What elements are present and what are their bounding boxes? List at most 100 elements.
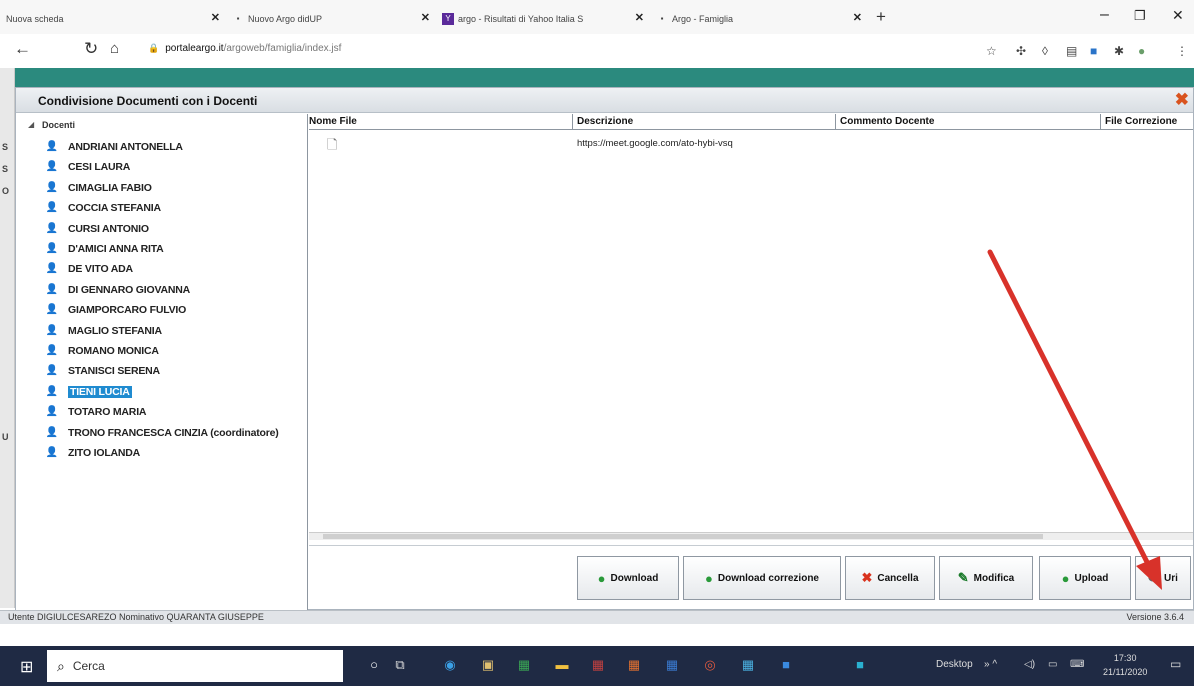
teacher-item[interactable]: 👤 DI GENNARO GIOVANNA [44, 281, 190, 299]
pencil-icon: ✎ [957, 570, 969, 585]
browser-address-row: ← ↻ ⌂ 🔒 portaleargo.it /argoweb/famiglia… [0, 34, 1194, 66]
teacher-name: TIENI LUCIA [68, 386, 132, 398]
mail-icon[interactable]: ■ [776, 655, 796, 675]
teacher-item[interactable]: 👤 ROMANO MONICA [44, 342, 159, 360]
store-icon[interactable]: ▣ [478, 655, 498, 675]
address-bar[interactable]: 🔒 portaleargo.it /argoweb/famiglia/index… [148, 43, 341, 54]
home-icon[interactable]: ⌂ [110, 40, 119, 57]
browser-tab[interactable]: ▪ Argo - Famiglia ✕ [656, 10, 862, 28]
teacher-item[interactable]: 👤 COCCIA STEFANIA [44, 199, 161, 217]
access-icon[interactable]: ▦ [588, 655, 608, 675]
teacher-item[interactable]: 👤 CESI LAURA [44, 158, 131, 176]
close-icon[interactable]: ✕ [853, 11, 862, 24]
minimize-icon[interactable]: – [1100, 6, 1109, 24]
page-gap [0, 624, 1194, 646]
teacher-item[interactable]: 👤 GIAMPORCARO FULVIO [44, 301, 187, 319]
close-icon[interactable]: ✕ [421, 11, 430, 24]
person-icon: 👤 [45, 182, 59, 193]
excel-icon[interactable]: ▦ [514, 655, 534, 675]
side-letter: S [2, 164, 9, 174]
close-icon[interactable]: ✕ [211, 11, 220, 24]
teacher-item[interactable]: 👤 TOTARO MARIA [44, 403, 147, 421]
teacher-item[interactable]: 👤 DE VITO ADA [44, 260, 133, 278]
task-view-icon[interactable]: ⧉ [390, 655, 410, 675]
taskbar-clock[interactable]: 17:30 21/11/2020 [1103, 651, 1147, 679]
browser-tab[interactable]: Nuova scheda ✕ [6, 10, 220, 28]
uri-button[interactable]: ⟳ Uri [1135, 556, 1191, 600]
download-button[interactable]: ● Download [577, 556, 679, 600]
keyboard-icon[interactable]: ⌨ [1070, 659, 1084, 670]
extension-icon[interactable]: ■ [1090, 44, 1097, 58]
tree-expand-icon[interactable]: ◢ [28, 120, 34, 129]
reload-icon[interactable]: ↻ [84, 39, 98, 59]
word-icon[interactable]: ▦ [662, 655, 682, 675]
close-icon[interactable]: ✕ [635, 11, 644, 24]
browser-tab[interactable]: ▪ Nuovo Argo didUP ✕ [232, 10, 430, 28]
notifications-icon[interactable]: ▭ [1170, 657, 1181, 671]
delete-button[interactable]: ✖ Cancella [845, 556, 935, 600]
download-correction-button[interactable]: ● Download correzione [683, 556, 841, 600]
cortana-icon[interactable]: ○ [364, 655, 384, 675]
windows-start-icon[interactable]: ⊞ [20, 657, 33, 677]
table-row[interactable]: 🗋 https://meet.google.com/ato-hybi-vsq [309, 134, 1193, 154]
teacher-name: MAGLIO STEFANIA [68, 325, 162, 337]
column-header[interactable]: Descrizione [577, 116, 633, 127]
folder-icon[interactable]: ▬ [552, 655, 572, 675]
column-divider [835, 114, 836, 130]
browser-tab[interactable]: Y argo - Risultati di Yahoo Italia S ✕ [442, 10, 644, 28]
column-header[interactable]: File Correzione [1105, 116, 1177, 127]
tree-header: Docenti [42, 120, 76, 130]
bookmark-star-icon[interactable]: ☆ [986, 44, 997, 58]
person-icon: 👤 [45, 263, 59, 274]
person-icon: 👤 [45, 223, 59, 234]
app-icon[interactable]: ▦ [738, 655, 758, 675]
person-icon: 👤 [45, 325, 59, 336]
edit-button[interactable]: ✎ Modifica [939, 556, 1033, 600]
profile-avatar-icon[interactable]: ● [1138, 44, 1145, 58]
new-tab-button[interactable]: + [876, 7, 886, 27]
teacher-item[interactable]: 👤 ANDRIANI ANTONELLA [44, 138, 183, 156]
teacher-item[interactable]: 👤 D'AMICI ANNA RITA [44, 240, 164, 258]
teacher-item[interactable]: 👤 STANISCI SERENA [44, 362, 160, 380]
teacher-item[interactable]: 👤 MAGLIO STEFANIA [44, 322, 162, 340]
teacher-item[interactable]: 👤 CIMAGLIA FABIO [44, 179, 152, 197]
side-letter: U [2, 432, 9, 442]
teacher-item[interactable]: 👤 ZITO IOLANDA [44, 444, 141, 462]
dialog-titlebar: Condivisione Documenti con i Docenti ✖ [16, 88, 1193, 113]
network-icon[interactable]: ▭ [1048, 659, 1057, 670]
maximize-icon[interactable]: ❐ [1134, 8, 1146, 24]
button-label: Download correzione [717, 572, 819, 584]
column-header[interactable]: Nome File [309, 116, 357, 127]
extension-icon[interactable]: ▤ [1066, 44, 1077, 58]
chevron-up-icon[interactable]: » ^ [984, 659, 997, 670]
teacher-item[interactable]: 👤 TIENI LUCIA [44, 383, 132, 401]
horizontal-scrollbar[interactable] [309, 532, 1193, 540]
puzzle-icon[interactable]: ✱ [1114, 44, 1124, 58]
edge-icon[interactable]: ◉ [440, 655, 460, 675]
yahoo-icon: Y [442, 13, 454, 25]
person-icon: 👤 [45, 304, 59, 315]
desktop-toolbar-label[interactable]: Desktop [936, 659, 973, 670]
extension-icon[interactable]: ✣ [1016, 44, 1026, 58]
powerpoint-icon[interactable]: ▦ [624, 655, 644, 675]
column-header[interactable]: Commento Docente [840, 116, 934, 127]
menu-dots-icon[interactable]: ⋮ [1176, 44, 1188, 58]
scrollbar-thumb[interactable] [323, 534, 1043, 539]
chrome-icon[interactable]: ◎ [700, 655, 720, 675]
cross-icon: ✖ [861, 570, 873, 585]
taskbar-search[interactable]: ⌕ Cerca [47, 650, 343, 682]
teacher-item[interactable]: 👤 TRONO FRANCESCA CINZIA (coordinatore) [44, 424, 279, 442]
upload-button[interactable]: ● Upload [1039, 556, 1131, 600]
app-icon[interactable]: ■ [850, 655, 870, 675]
teacher-name: TRONO FRANCESCA CINZIA (coordinatore) [68, 427, 279, 439]
teacher-name: ANDRIANI ANTONELLA [68, 141, 183, 153]
close-window-icon[interactable]: ✕ [1172, 7, 1184, 24]
back-arrow-icon[interactable]: ← [14, 39, 31, 59]
app-left-strip: S S O U [0, 68, 15, 608]
browser-tab-strip: Nuova scheda ✕ ▪ Nuovo Argo didUP ✕ Y ar… [0, 0, 1194, 34]
teacher-tree: ◢ Docenti 👤 ANDRIANI ANTONELLA 👤 CESI LAURA… [16, 114, 308, 610]
close-icon[interactable]: ✖ [1175, 90, 1189, 110]
volume-icon[interactable]: ◁) [1024, 659, 1035, 670]
extension-icon[interactable]: ◊ [1042, 44, 1048, 58]
teacher-item[interactable]: 👤 CURSI ANTONIO [44, 220, 149, 238]
